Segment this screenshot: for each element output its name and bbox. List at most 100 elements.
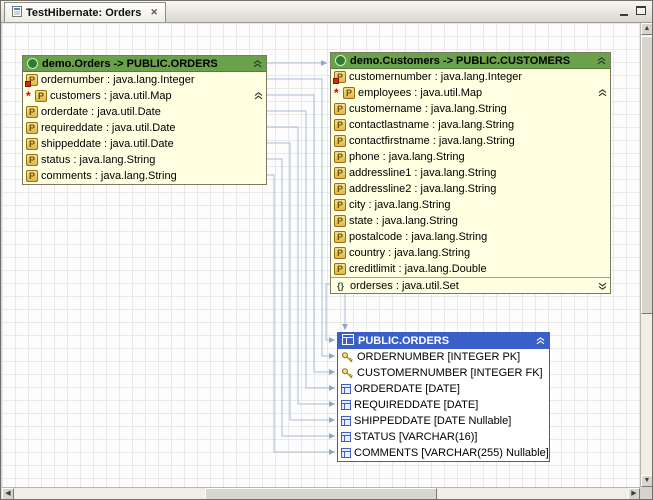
tab-title: TestHibernate: Orders bbox=[26, 7, 141, 19]
field-label: contactlastname : java.lang.String bbox=[349, 119, 514, 131]
column-row-status[interactable]: STATUS [VARCHAR(16)] bbox=[338, 429, 549, 445]
field-label: shippeddate : java.util.Date bbox=[41, 138, 174, 150]
property-glyph: P bbox=[26, 170, 38, 182]
property-icon: P bbox=[334, 119, 346, 131]
column-label: COMMENTS [VARCHAR(255) Nullable] bbox=[354, 447, 549, 459]
column-row-requireddate[interactable]: REQUIREDDATE [DATE] bbox=[338, 397, 549, 413]
view-buttons bbox=[618, 5, 648, 17]
entity-box-demo-orders[interactable]: demo.Orders -> PUBLIC.ORDERS Pordernumbe… bbox=[22, 55, 267, 185]
entity-header-demo-customers[interactable]: demo.Customers -> PUBLIC.CUSTOMERS bbox=[331, 53, 610, 69]
maximize-box bbox=[636, 6, 646, 15]
table-header-public-orders[interactable]: PUBLIC.ORDERS bbox=[338, 333, 549, 349]
property-glyph: P bbox=[334, 167, 346, 179]
field-row-creditlimit[interactable]: Pcreditlimit : java.lang.Double bbox=[331, 261, 610, 277]
tab-close-icon[interactable]: ✕ bbox=[150, 7, 158, 18]
property-glyph: P bbox=[26, 122, 38, 134]
field-row-comments[interactable]: Pcomments : java.lang.String bbox=[23, 168, 266, 184]
property-glyph: P bbox=[26, 138, 38, 150]
chevron-up-icon[interactable] bbox=[597, 57, 606, 65]
field-row-phone[interactable]: Pphone : java.lang.String bbox=[331, 149, 610, 165]
field-row-contactlastname[interactable]: Pcontactlastname : java.lang.String bbox=[331, 117, 610, 133]
scroll-down-icon: ▼ bbox=[644, 477, 651, 484]
field-row-orderdate[interactable]: Porderdate : java.util.Date bbox=[23, 104, 266, 120]
column-icon bbox=[341, 448, 351, 458]
property-icon: P bbox=[334, 167, 346, 179]
entity-header-demo-orders[interactable]: demo.Orders -> PUBLIC.ORDERS bbox=[23, 56, 266, 72]
field-row-addressline2[interactable]: Paddressline2 : java.lang.String bbox=[331, 181, 610, 197]
field-row-postalcode[interactable]: Ppostalcode : java.lang.String bbox=[331, 229, 610, 245]
scroll-right-button[interactable]: ▶ bbox=[628, 488, 640, 500]
vertical-scrollbar[interactable]: ▲ ▼ bbox=[640, 23, 653, 487]
property-glyph: P bbox=[26, 74, 38, 86]
field-row-customername[interactable]: Pcustomername : java.lang.String bbox=[331, 101, 610, 117]
column-icon bbox=[341, 400, 351, 410]
chevron-down-icon[interactable] bbox=[598, 282, 607, 290]
field-label: city : java.lang.String bbox=[349, 199, 451, 211]
minimize-view-icon[interactable] bbox=[618, 5, 631, 17]
scroll-left-button[interactable]: ◀ bbox=[2, 488, 14, 500]
horizontal-scroll-thumb[interactable] bbox=[205, 488, 437, 500]
field-label: state : java.lang.String bbox=[349, 215, 458, 227]
field-row-status[interactable]: Pstatus : java.lang.String bbox=[23, 152, 266, 168]
property-icon: P bbox=[334, 103, 346, 115]
property-glyph: P bbox=[334, 119, 346, 131]
field-row-requireddate[interactable]: Prequireddate : java.util.Date bbox=[23, 120, 266, 136]
field-row-city[interactable]: Pcity : java.lang.String bbox=[331, 197, 610, 213]
diagram-file-icon bbox=[12, 6, 22, 20]
field-row-customernumber[interactable]: Pcustomernumber : java.lang.Integer bbox=[331, 69, 610, 85]
column-label: ORDERNUMBER [INTEGER PK] bbox=[357, 351, 520, 363]
property-glyph: P bbox=[334, 183, 346, 195]
table-column-list: ORDERNUMBER [INTEGER PK] CUSTOMERNUMBER [… bbox=[338, 349, 549, 461]
field-label: addressline2 : java.lang.String bbox=[349, 183, 496, 195]
field-row-addressline1[interactable]: Paddressline1 : java.lang.String bbox=[331, 165, 610, 181]
property-glyph: P bbox=[334, 151, 346, 163]
table-box-public-orders[interactable]: PUBLIC.ORDERS ORDERNUMBER [INTEGER PK] CU… bbox=[337, 332, 550, 462]
property-icon: P bbox=[26, 138, 38, 150]
column-row-comments[interactable]: COMMENTS [VARCHAR(255) Nullable] bbox=[338, 445, 549, 461]
property-glyph: P bbox=[334, 199, 346, 211]
field-row-employees[interactable]: *Pemployees : java.util.Map bbox=[331, 85, 610, 101]
chevron-up-icon[interactable] bbox=[598, 89, 607, 97]
minimize-bar bbox=[620, 14, 628, 16]
entity-box-demo-customers[interactable]: demo.Customers -> PUBLIC.CUSTOMERS Pcust… bbox=[330, 52, 611, 294]
chevron-up-icon[interactable] bbox=[536, 337, 545, 345]
field-row-customers[interactable]: *Pcustomers : java.util.Map bbox=[23, 88, 266, 104]
field-row-country[interactable]: Pcountry : java.lang.String bbox=[331, 245, 610, 261]
field-label: orderses : java.util.Set bbox=[350, 280, 459, 292]
column-row-ordernumber[interactable]: ORDERNUMBER [INTEGER PK] bbox=[338, 349, 549, 365]
property-glyph: P bbox=[334, 71, 346, 83]
chevron-up-icon[interactable] bbox=[253, 60, 262, 68]
scroll-right-icon: ▶ bbox=[631, 490, 636, 497]
property-glyph: P bbox=[334, 215, 346, 227]
scroll-up-icon: ▲ bbox=[644, 25, 651, 32]
scroll-up-button[interactable]: ▲ bbox=[641, 23, 653, 35]
field-row-ordernumber[interactable]: Pordernumber : java.lang.Integer bbox=[23, 72, 266, 88]
id-property-icon: P bbox=[26, 74, 38, 86]
column-row-orderdate[interactable]: ORDERDATE [DATE] bbox=[338, 381, 549, 397]
chevron-up-icon[interactable] bbox=[254, 92, 263, 100]
column-row-customernumber[interactable]: CUSTOMERNUMBER [INTEGER FK] bbox=[338, 365, 549, 381]
field-label: customername : java.lang.String bbox=[349, 103, 507, 115]
maximize-view-icon[interactable] bbox=[635, 5, 648, 17]
property-glyph: P bbox=[343, 87, 355, 99]
property-icon: P bbox=[334, 199, 346, 211]
primary-key-icon bbox=[341, 351, 354, 363]
field-label: postalcode : java.lang.String bbox=[349, 231, 487, 243]
scroll-down-button[interactable]: ▼ bbox=[641, 475, 653, 487]
property-icon: P bbox=[26, 154, 38, 166]
vertical-scroll-thumb[interactable] bbox=[641, 36, 653, 314]
field-row-contactfirstname[interactable]: Pcontactfirstname : java.lang.String bbox=[331, 133, 610, 149]
property-icon: P bbox=[334, 151, 346, 163]
diagram-canvas[interactable]: demo.Orders -> PUBLIC.ORDERS Pordernumbe… bbox=[2, 23, 640, 487]
property-glyph: P bbox=[334, 135, 346, 147]
horizontal-scrollbar[interactable]: ◀ ▶ bbox=[2, 487, 640, 500]
column-row-shippeddate[interactable]: SHIPPEDDATE [DATE Nullable] bbox=[338, 413, 549, 429]
field-label: customers : java.util.Map bbox=[50, 90, 172, 102]
field-row-state[interactable]: Pstate : java.lang.String bbox=[331, 213, 610, 229]
field-label: phone : java.lang.String bbox=[349, 151, 465, 163]
column-label: SHIPPEDDATE [DATE Nullable] bbox=[354, 415, 511, 427]
property-icon: P bbox=[334, 215, 346, 227]
editor-tab-testhibernate-orders[interactable]: TestHibernate: Orders ✕ bbox=[4, 2, 166, 22]
field-row-orderses[interactable]: {}orderses : java.util.Set bbox=[331, 277, 610, 293]
field-row-shippeddate[interactable]: Pshippeddate : java.util.Date bbox=[23, 136, 266, 152]
